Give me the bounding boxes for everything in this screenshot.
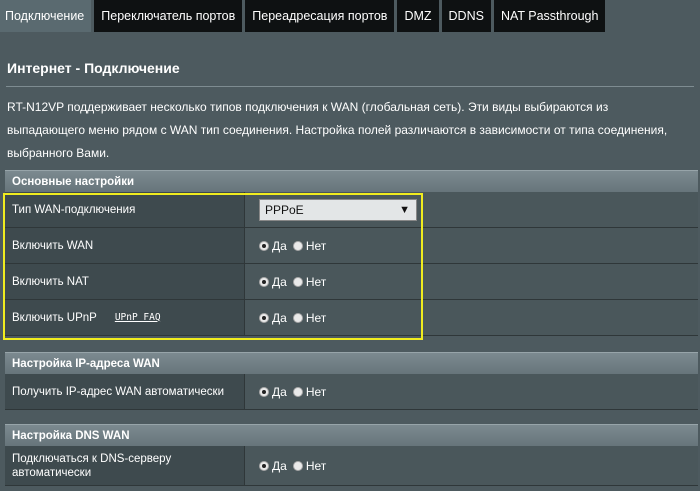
enable-wan-row: Включить WAN Да Нет bbox=[5, 228, 698, 264]
tab-bar: Подключение Переключатель портов Переадр… bbox=[0, 0, 700, 34]
wan-ip-section: Настройка IP-адреса WAN Получить IP-адре… bbox=[5, 352, 698, 410]
radio-unchecked-icon bbox=[292, 386, 303, 397]
auto-ip-cell: Да Нет bbox=[245, 374, 698, 409]
enable-wan-yes-radio[interactable]: Да bbox=[259, 239, 287, 253]
radio-unchecked-icon bbox=[292, 460, 303, 471]
wan-dns-header: Настройка DNS WAN bbox=[5, 424, 698, 446]
enable-nat-no-radio[interactable]: Нет bbox=[292, 274, 327, 289]
radio-label-yes: Да bbox=[272, 458, 287, 473]
wan-ip-header: Настройка IP-адреса WAN bbox=[5, 352, 698, 374]
page-title: Интернет - Подключение bbox=[7, 60, 180, 76]
tab-dmz[interactable]: DMZ bbox=[397, 0, 439, 32]
enable-nat-label: Включить NAT bbox=[5, 264, 245, 299]
auto-ip-row: Получить IP-адрес WAN автоматически Да Н… bbox=[5, 374, 698, 410]
radio-label-yes: Да bbox=[272, 274, 287, 289]
auto-ip-yes-radio[interactable]: Да bbox=[259, 385, 287, 399]
tab-ddns[interactable]: DDNS bbox=[441, 0, 491, 32]
wan-dns-section: Настройка DNS WAN Подключаться к DNS-сер… bbox=[5, 424, 698, 486]
radio-label-yes: Да bbox=[272, 310, 287, 325]
dropdown-arrow-icon: ▼ bbox=[399, 203, 410, 216]
radio-checked-icon bbox=[259, 460, 269, 471]
radio-label-no: Нет bbox=[305, 384, 327, 399]
enable-nat-yes-radio[interactable]: Да bbox=[259, 275, 287, 289]
radio-checked-icon bbox=[259, 312, 269, 323]
enable-nat-row: Включить NAT Да Нет bbox=[5, 264, 698, 300]
enable-upnp-label: Включить UPnP bbox=[12, 311, 97, 324]
radio-label-no: Нет bbox=[305, 274, 327, 289]
enable-wan-cell: Да Нет bbox=[245, 228, 698, 263]
auto-dns-cell: Да Нет bbox=[245, 446, 698, 485]
basic-settings-header: Основные настройки bbox=[5, 170, 698, 192]
enable-wan-label: Включить WAN bbox=[5, 228, 245, 263]
radio-label-no: Нет bbox=[305, 310, 327, 325]
radio-checked-icon bbox=[259, 276, 269, 287]
radio-unchecked-icon bbox=[292, 276, 303, 287]
radio-label-yes: Да bbox=[272, 384, 287, 399]
radio-checked-icon bbox=[259, 240, 269, 251]
enable-nat-cell: Да Нет bbox=[245, 264, 698, 299]
enable-upnp-cell: Да Нет bbox=[245, 300, 698, 335]
wan-type-value: PPPoE bbox=[265, 202, 304, 217]
auto-dns-row: Подключаться к DNS-серверу автоматически… bbox=[5, 446, 698, 486]
tab-port-forwarding[interactable]: Переадресация портов bbox=[245, 0, 395, 32]
basic-settings-section: Основные настройки Тип WAN-подключения P… bbox=[5, 170, 698, 336]
tab-nat-passthrough[interactable]: NAT Passthrough bbox=[493, 0, 606, 32]
enable-upnp-label-cell: Включить UPnP UPnP FAQ bbox=[5, 300, 245, 335]
auto-dns-no-radio[interactable]: Нет bbox=[292, 458, 327, 473]
enable-upnp-yes-radio[interactable]: Да bbox=[259, 311, 287, 325]
upnp-faq-link[interactable]: UPnP FAQ bbox=[115, 311, 161, 325]
enable-upnp-no-radio[interactable]: Нет bbox=[292, 310, 327, 325]
auto-dns-label: Подключаться к DNS-серверу автоматически bbox=[5, 446, 245, 485]
auto-ip-label: Получить IP-адрес WAN автоматически bbox=[5, 374, 245, 409]
enable-upnp-row: Включить UPnP UPnP FAQ Да Нет bbox=[5, 300, 698, 336]
tab-connection[interactable]: Подключение bbox=[0, 0, 92, 32]
tab-port-switch[interactable]: Переключатель портов bbox=[94, 0, 243, 32]
radio-unchecked-icon bbox=[292, 240, 303, 251]
wan-type-select[interactable]: PPPoE ▼ bbox=[259, 198, 417, 221]
radio-label-yes: Да bbox=[272, 238, 287, 253]
wan-type-cell: PPPoE ▼ bbox=[245, 192, 698, 227]
title-divider bbox=[6, 86, 694, 87]
radio-label-no: Нет bbox=[305, 458, 327, 473]
page-description: RT-N12VP поддерживает несколько типов по… bbox=[7, 100, 668, 160]
wan-type-label: Тип WAN-подключения bbox=[5, 192, 245, 227]
radio-unchecked-icon bbox=[292, 312, 303, 323]
radio-label-no: Нет bbox=[305, 238, 327, 253]
auto-dns-yes-radio[interactable]: Да bbox=[259, 459, 287, 473]
radio-checked-icon bbox=[259, 386, 269, 397]
wan-type-row: Тип WAN-подключения PPPoE ▼ bbox=[5, 192, 698, 228]
auto-ip-no-radio[interactable]: Нет bbox=[292, 384, 327, 399]
enable-wan-no-radio[interactable]: Нет bbox=[292, 238, 327, 253]
